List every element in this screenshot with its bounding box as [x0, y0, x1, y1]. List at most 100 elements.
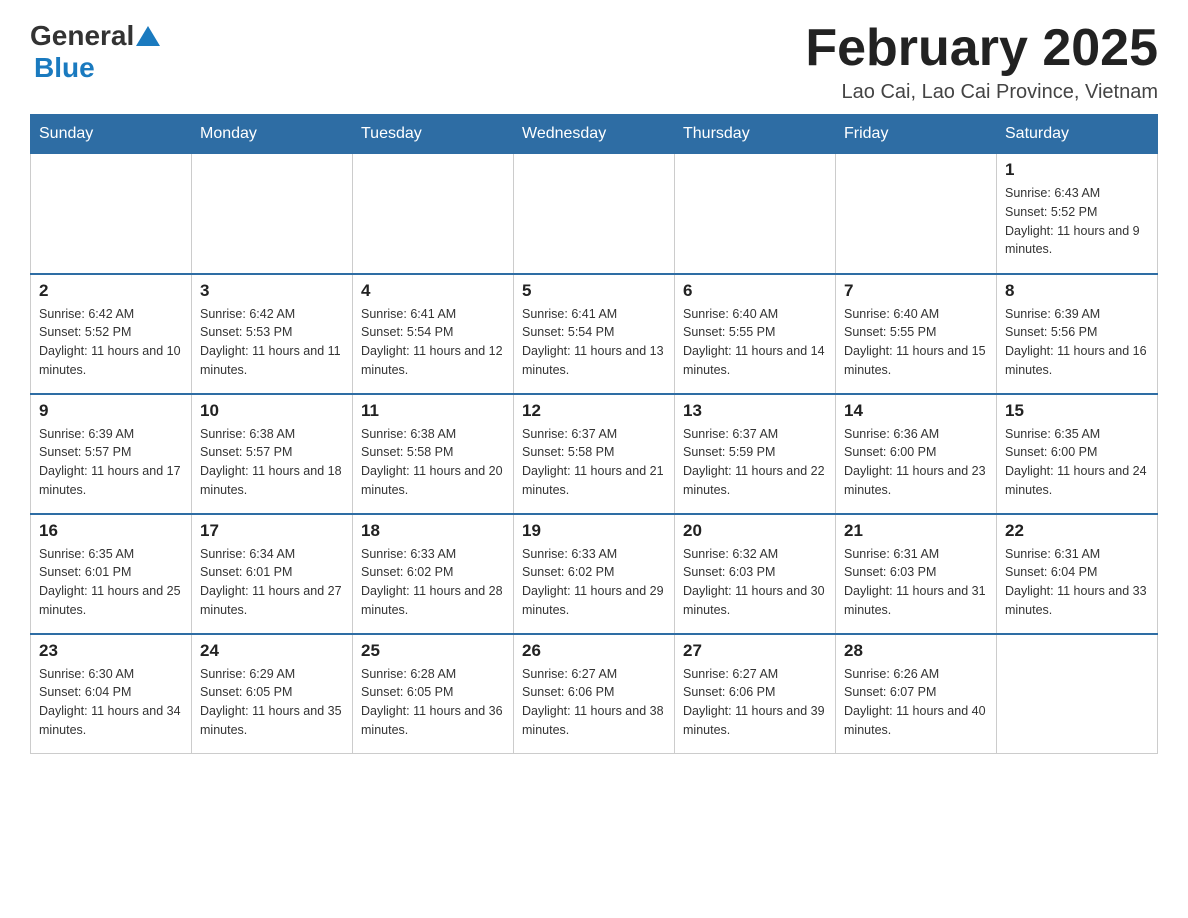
- table-row: 24 Sunrise: 6:29 AM Sunset: 6:05 PM Dayli…: [192, 634, 353, 754]
- day-info: Sunrise: 6:27 AM Sunset: 6:06 PM Dayligh…: [683, 665, 827, 740]
- day-number: 12: [522, 401, 666, 421]
- logo-blue-text: Blue: [34, 52, 95, 83]
- month-title: February 2025: [805, 20, 1158, 77]
- day-number: 6: [683, 281, 827, 301]
- logo-triangle-icon: [136, 26, 160, 46]
- day-info: Sunrise: 6:26 AM Sunset: 6:07 PM Dayligh…: [844, 665, 988, 740]
- day-info: Sunrise: 6:27 AM Sunset: 6:06 PM Dayligh…: [522, 665, 666, 740]
- day-info: Sunrise: 6:37 AM Sunset: 5:59 PM Dayligh…: [683, 425, 827, 500]
- day-info: Sunrise: 6:32 AM Sunset: 6:03 PM Dayligh…: [683, 545, 827, 620]
- logo-general-text: General: [30, 20, 134, 52]
- day-info: Sunrise: 6:29 AM Sunset: 6:05 PM Dayligh…: [200, 665, 344, 740]
- table-row: 26Sunrise: 6:27 AM Sunset: 6:06 PM Dayli…: [514, 634, 675, 754]
- col-wednesday: Wednesday: [514, 115, 675, 154]
- col-thursday: Thursday: [675, 115, 836, 154]
- day-info: Sunrise: 6:38 AM Sunset: 5:57 PM Dayligh…: [200, 425, 344, 500]
- day-info: Sunrise: 6:40 AM Sunset: 5:55 PM Dayligh…: [844, 305, 988, 380]
- table-row: 25 Sunrise: 6:28 AM Sunset: 6:05 PM Dayli…: [353, 634, 514, 754]
- logo: General Blue: [30, 20, 162, 84]
- day-info: Sunrise: 6:36 AM Sunset: 6:00 PM Dayligh…: [844, 425, 988, 500]
- day-info: Sunrise: 6:31 AM Sunset: 6:03 PM Dayligh…: [844, 545, 988, 620]
- day-number: 21: [844, 521, 988, 541]
- table-row: [997, 634, 1158, 754]
- day-info: Sunrise: 6:42 AM Sunset: 5:52 PM Dayligh…: [39, 305, 183, 380]
- location-text: Lao Cai, Lao Cai Province, Vietnam: [805, 81, 1158, 104]
- table-row: 18 Sunrise: 6:33 AM Sunset: 6:02 PM Dayli…: [353, 514, 514, 634]
- day-number: 16: [39, 521, 183, 541]
- day-number: 20: [683, 521, 827, 541]
- page-header: General Blue February 2025 Lao Cai, Lao …: [30, 20, 1158, 104]
- day-number: 18: [361, 521, 505, 541]
- day-info: Sunrise: 6:42 AM Sunset: 5:53 PM Dayligh…: [200, 305, 344, 380]
- table-row: 9Sunrise: 6:39 AM Sunset: 5:57 PM Daylig…: [31, 394, 192, 514]
- day-info: Sunrise: 6:41 AM Sunset: 5:54 PM Dayligh…: [522, 305, 666, 380]
- day-number: 19: [522, 521, 666, 541]
- day-number: 27: [683, 641, 827, 661]
- table-row: 5 Sunrise: 6:41 AM Sunset: 5:54 PM Daylig…: [514, 274, 675, 394]
- table-row: 11 Sunrise: 6:38 AM Sunset: 5:58 PM Dayli…: [353, 394, 514, 514]
- day-number: 11: [361, 401, 505, 421]
- table-row: 8 Sunrise: 6:39 AM Sunset: 5:56 PM Daylig…: [997, 274, 1158, 394]
- table-row: 12 Sunrise: 6:37 AM Sunset: 5:58 PM Dayli…: [514, 394, 675, 514]
- day-info: Sunrise: 6:31 AM Sunset: 6:04 PM Dayligh…: [1005, 545, 1149, 620]
- day-number: 22: [1005, 521, 1149, 541]
- table-row: 19 Sunrise: 6:33 AM Sunset: 6:02 PM Dayli…: [514, 514, 675, 634]
- table-row: 14 Sunrise: 6:36 AM Sunset: 6:00 PM Dayli…: [836, 394, 997, 514]
- table-row: 20 Sunrise: 6:32 AM Sunset: 6:03 PM Dayli…: [675, 514, 836, 634]
- table-row: 17 Sunrise: 6:34 AM Sunset: 6:01 PM Dayli…: [192, 514, 353, 634]
- day-info: Sunrise: 6:37 AM Sunset: 5:58 PM Dayligh…: [522, 425, 666, 500]
- day-info: Sunrise: 6:39 AM Sunset: 5:57 PM Dayligh…: [39, 425, 183, 500]
- table-row: 3 Sunrise: 6:42 AM Sunset: 5:53 PM Daylig…: [192, 274, 353, 394]
- day-info: Sunrise: 6:35 AM Sunset: 6:00 PM Dayligh…: [1005, 425, 1149, 500]
- day-number: 17: [200, 521, 344, 541]
- table-row: 22 Sunrise: 6:31 AM Sunset: 6:04 PM Dayli…: [997, 514, 1158, 634]
- day-number: 2: [39, 281, 183, 301]
- day-info: Sunrise: 6:35 AM Sunset: 6:01 PM Dayligh…: [39, 545, 183, 620]
- day-number: 7: [844, 281, 988, 301]
- table-row: 1Sunrise: 6:43 AM Sunset: 5:52 PM Daylig…: [997, 154, 1158, 274]
- day-info: Sunrise: 6:38 AM Sunset: 5:58 PM Dayligh…: [361, 425, 505, 500]
- title-block: February 2025 Lao Cai, Lao Cai Province,…: [805, 20, 1158, 104]
- col-saturday: Saturday: [997, 115, 1158, 154]
- day-number: 24: [200, 641, 344, 661]
- table-row: 27 Sunrise: 6:27 AM Sunset: 6:06 PM Dayli…: [675, 634, 836, 754]
- day-info: Sunrise: 6:41 AM Sunset: 5:54 PM Dayligh…: [361, 305, 505, 380]
- table-row: 10 Sunrise: 6:38 AM Sunset: 5:57 PM Dayli…: [192, 394, 353, 514]
- col-friday: Friday: [836, 115, 997, 154]
- day-number: 15: [1005, 401, 1149, 421]
- col-monday: Monday: [192, 115, 353, 154]
- table-row: 13 Sunrise: 6:37 AM Sunset: 5:59 PM Dayli…: [675, 394, 836, 514]
- day-info: Sunrise: 6:30 AM Sunset: 6:04 PM Dayligh…: [39, 665, 183, 740]
- table-row: [836, 154, 997, 274]
- day-number: 5: [522, 281, 666, 301]
- day-number: 8: [1005, 281, 1149, 301]
- day-info: Sunrise: 6:28 AM Sunset: 6:05 PM Dayligh…: [361, 665, 505, 740]
- calendar-week-row: 16 Sunrise: 6:35 AM Sunset: 6:01 PM Dayli…: [31, 514, 1158, 634]
- table-row: 21 Sunrise: 6:31 AM Sunset: 6:03 PM Dayli…: [836, 514, 997, 634]
- day-info: Sunrise: 6:33 AM Sunset: 6:02 PM Dayligh…: [522, 545, 666, 620]
- day-number: 13: [683, 401, 827, 421]
- table-row: [353, 154, 514, 274]
- day-number: 28: [844, 641, 988, 661]
- day-number: 3: [200, 281, 344, 301]
- calendar-table: Sunday Monday Tuesday Wednesday Thursday…: [30, 114, 1158, 754]
- day-info: Sunrise: 6:33 AM Sunset: 6:02 PM Dayligh…: [361, 545, 505, 620]
- day-number: 4: [361, 281, 505, 301]
- table-row: 7 Sunrise: 6:40 AM Sunset: 5:55 PM Daylig…: [836, 274, 997, 394]
- table-row: [514, 154, 675, 274]
- day-number: 23: [39, 641, 183, 661]
- table-row: 6 Sunrise: 6:40 AM Sunset: 5:55 PM Daylig…: [675, 274, 836, 394]
- day-info: Sunrise: 6:43 AM Sunset: 5:52 PM Dayligh…: [1005, 184, 1149, 259]
- table-row: 15 Sunrise: 6:35 AM Sunset: 6:00 PM Dayli…: [997, 394, 1158, 514]
- col-tuesday: Tuesday: [353, 115, 514, 154]
- calendar-week-row: 2 Sunrise: 6:42 AM Sunset: 5:52 PM Daylig…: [31, 274, 1158, 394]
- day-info: Sunrise: 6:40 AM Sunset: 5:55 PM Dayligh…: [683, 305, 827, 380]
- day-number: 25: [361, 641, 505, 661]
- day-info: Sunrise: 6:34 AM Sunset: 6:01 PM Dayligh…: [200, 545, 344, 620]
- day-number: 14: [844, 401, 988, 421]
- calendar-week-row: 23 Sunrise: 6:30 AM Sunset: 6:04 PM Dayli…: [31, 634, 1158, 754]
- calendar-week-row: 1Sunrise: 6:43 AM Sunset: 5:52 PM Daylig…: [31, 154, 1158, 274]
- day-info: Sunrise: 6:39 AM Sunset: 5:56 PM Dayligh…: [1005, 305, 1149, 380]
- day-number: 10: [200, 401, 344, 421]
- table-row: 28 Sunrise: 6:26 AM Sunset: 6:07 PM Dayli…: [836, 634, 997, 754]
